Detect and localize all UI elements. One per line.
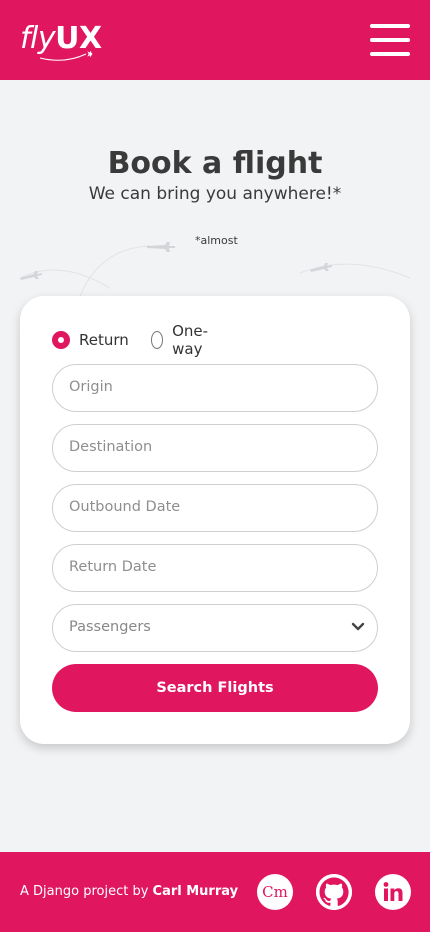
outbound-date-input[interactable] [69,485,349,530]
author-link[interactable]: Carl Murray [153,884,239,899]
passengers-select-value[interactable]: Passengers [69,605,349,650]
logo-swoosh-icon [39,50,93,61]
github-glyph [316,874,352,910]
hamburger-menu-icon[interactable] [370,24,410,58]
radio-one-way-label[interactable]: One-way [172,322,214,358]
linkedin-icon[interactable] [375,874,411,910]
cm-logo-icon[interactable]: Cm [257,874,293,910]
passengers-select[interactable]: Passengers [52,604,378,652]
chevron-down-icon[interactable] [351,622,365,632]
flyux-logo[interactable]: flyUX [20,22,102,61]
page-subtitle: We can bring you anywhere!* [88,184,342,204]
radio-return-label[interactable]: Return [79,331,129,349]
page-title: Book a flight [107,146,323,181]
app-header: flyUX [0,0,430,80]
booking-form-card: Return One-way Passengers Search Flights [20,296,410,744]
outbound-date-field[interactable] [52,484,378,532]
cm-logo-text: Cm [262,883,288,901]
radio-return-indicator[interactable] [52,331,70,349]
return-date-field[interactable] [52,544,378,592]
return-date-input[interactable] [69,545,349,590]
radio-return[interactable]: Return [52,330,129,350]
footer-credit-prefix: A Django project by [20,884,153,899]
origin-field[interactable] [52,364,378,412]
destination-field[interactable] [52,424,378,472]
destination-input[interactable] [69,425,349,470]
radio-one-way-indicator[interactable] [151,331,164,349]
linkedin-glyph [383,882,403,901]
airplane-icon [20,242,332,280]
app-footer: A Django project by Carl Murray Cm [0,852,430,932]
radio-one-way[interactable]: One-way [151,322,214,358]
origin-input[interactable] [69,365,349,410]
github-icon[interactable] [316,874,352,910]
search-flights-button[interactable]: Search Flights [52,664,378,712]
footer-credit: A Django project by Carl Murray [20,884,238,899]
flight-path-decoration [19,242,411,297]
